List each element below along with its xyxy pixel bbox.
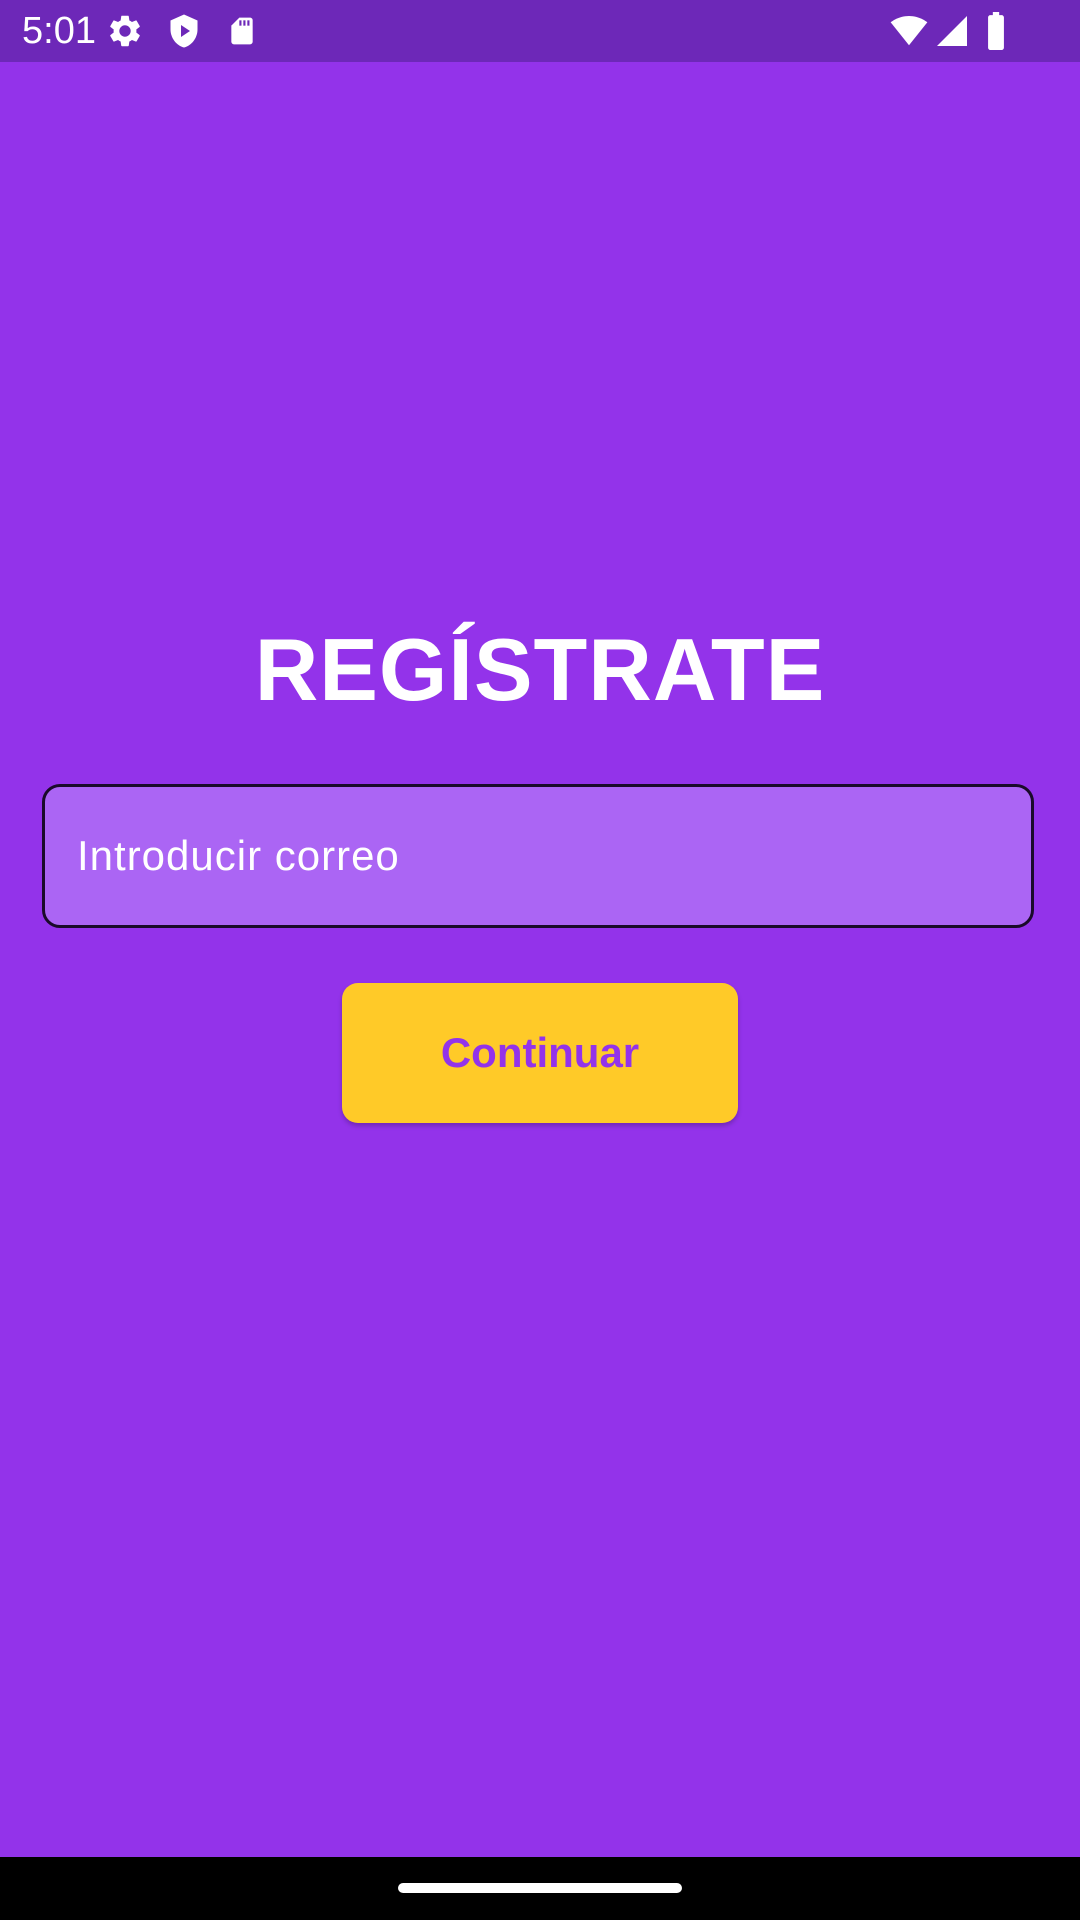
shield-play-icon [170, 14, 198, 48]
status-time: 5:01 [22, 10, 96, 52]
sd-card-icon [231, 17, 253, 45]
app-screen: 5:01 REGÍSTRATE Introducir correo Contin [0, 0, 1080, 1920]
email-field[interactable]: Introducir correo [42, 784, 1034, 928]
home-handle[interactable] [398, 1883, 682, 1893]
navigation-bar [0, 1857, 1080, 1920]
settings-icon [110, 15, 140, 47]
status-bar: 5:01 [0, 0, 1080, 62]
email-placeholder: Introducir correo [77, 832, 400, 879]
continue-button[interactable]: Continuar [342, 983, 738, 1123]
cell-signal-icon [937, 16, 967, 46]
page-title: REGÍSTRATE [254, 620, 826, 719]
main-content [0, 62, 1080, 1857]
wifi-icon [890, 15, 928, 46]
battery-icon [988, 12, 1004, 50]
